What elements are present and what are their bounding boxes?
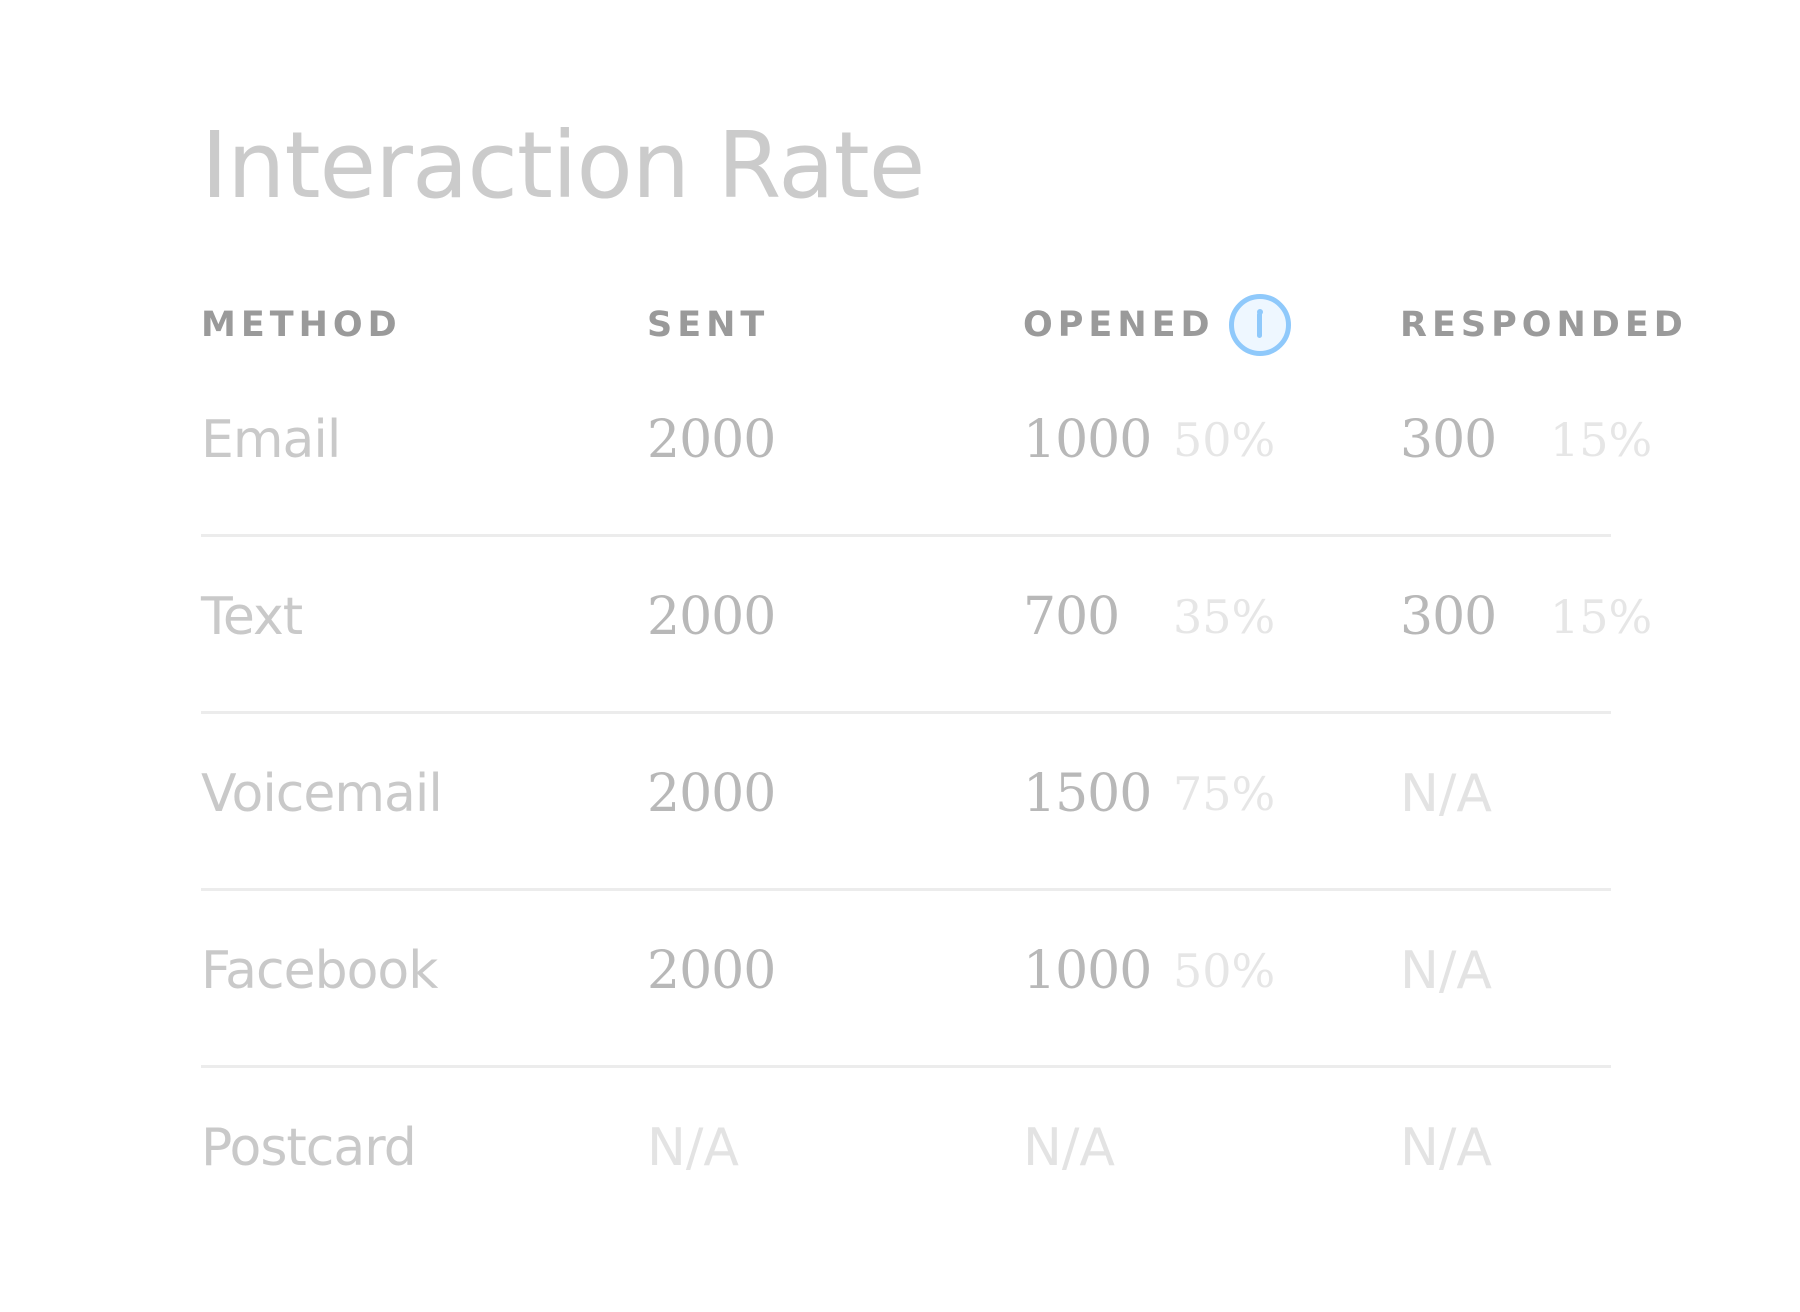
- responded-value: N/A: [1400, 941, 1492, 1001]
- responded-value: N/A: [1400, 764, 1492, 824]
- method-cell: Email: [201, 410, 341, 470]
- column-header-responded: RESPONDED: [1400, 305, 1688, 345]
- sent-cell: 2000: [647, 587, 776, 647]
- page-title: Interaction Rate: [201, 112, 925, 219]
- responded-percent: 15%: [1550, 413, 1653, 467]
- method-cell: Text: [201, 587, 303, 647]
- opened-cell: 1000 50%: [1023, 410, 1275, 470]
- responded-cell: N/A: [1400, 764, 1492, 824]
- opened-percent: 75%: [1173, 767, 1276, 821]
- opened-cell: 1500 75%: [1023, 764, 1275, 824]
- column-header-opened-label: OPENED: [1023, 305, 1215, 345]
- opened-cell: N/A: [1023, 1118, 1115, 1178]
- responded-value: 300: [1400, 587, 1497, 647]
- sent-cell: 2000: [647, 764, 776, 824]
- interaction-rate-card: Interaction Rate METHOD SENT OPENED RESP…: [201, 0, 1683, 1312]
- table-body: Email 2000 1000 50% 300 15% Text 2000 70…: [201, 360, 1652, 1245]
- responded-cell: N/A: [1400, 941, 1492, 1001]
- responded-cell: 300 15%: [1400, 587, 1652, 647]
- column-header-sent: SENT: [647, 305, 770, 345]
- opened-value: 1500: [1023, 764, 1152, 824]
- table-row: Voicemail 2000 1500 75% N/A: [201, 714, 1611, 891]
- sent-cell: 2000: [647, 410, 776, 470]
- table-row: Text 2000 700 35% 300 15%: [201, 537, 1652, 714]
- opened-cell: 700 35%: [1023, 587, 1275, 647]
- sent-value: 2000: [647, 587, 776, 647]
- sent-cell: 2000: [647, 941, 776, 1001]
- opened-value: 700: [1023, 587, 1120, 647]
- column-header-method: METHOD: [201, 305, 402, 345]
- column-header-opened: OPENED: [1023, 290, 1291, 360]
- sent-value: N/A: [647, 1118, 739, 1178]
- table-row: Postcard N/A N/A N/A: [201, 1068, 1611, 1245]
- responded-percent: 15%: [1550, 590, 1653, 644]
- responded-value: 300: [1400, 410, 1497, 470]
- opened-value: 1000: [1023, 941, 1152, 1001]
- sent-value: 2000: [647, 410, 776, 470]
- method-cell: Voicemail: [201, 764, 443, 824]
- opened-value: N/A: [1023, 1118, 1115, 1178]
- table-header: METHOD SENT OPENED RESPONDED: [201, 290, 1683, 360]
- method-cell: Postcard: [201, 1118, 417, 1178]
- responded-cell: N/A: [1400, 1118, 1492, 1178]
- table-row: Email 2000 1000 50% 300 15%: [201, 360, 1652, 537]
- method-cell: Facebook: [201, 941, 438, 1001]
- responded-cell: 300 15%: [1400, 410, 1652, 470]
- sent-value: 2000: [647, 764, 776, 824]
- sent-value: 2000: [647, 941, 776, 1001]
- opened-percent: 35%: [1173, 590, 1276, 644]
- opened-value: 1000: [1023, 410, 1152, 470]
- info-icon[interactable]: [1228, 294, 1291, 356]
- opened-percent: 50%: [1173, 944, 1276, 998]
- opened-cell: 1000 50%: [1023, 941, 1275, 1001]
- sent-cell: N/A: [647, 1118, 739, 1178]
- responded-value: N/A: [1400, 1118, 1492, 1178]
- opened-percent: 50%: [1173, 413, 1276, 467]
- table-row: Facebook 2000 1000 50% N/A: [201, 891, 1611, 1068]
